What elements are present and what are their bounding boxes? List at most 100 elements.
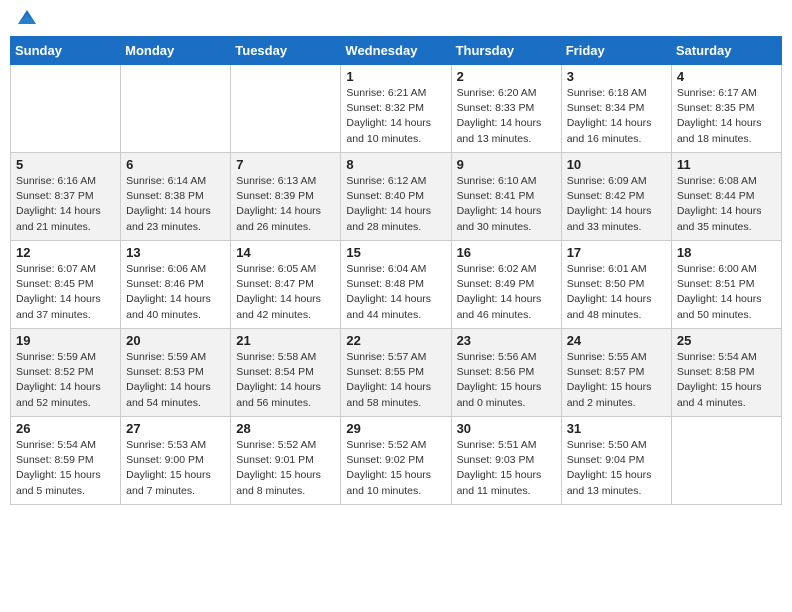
day-number: 7 bbox=[236, 157, 335, 172]
calendar-table: SundayMondayTuesdayWednesdayThursdayFrid… bbox=[10, 36, 782, 505]
day-number: 2 bbox=[457, 69, 556, 84]
calendar-cell bbox=[11, 65, 121, 153]
weekday-header-row: SundayMondayTuesdayWednesdayThursdayFrid… bbox=[11, 37, 782, 65]
day-number: 28 bbox=[236, 421, 335, 436]
calendar-week-row: 12 Sunrise: 6:07 AM Sunset: 8:45 PM Dayli… bbox=[11, 241, 782, 329]
day-info: Sunrise: 5:59 AM Sunset: 8:52 PM Dayligh… bbox=[16, 350, 115, 411]
calendar-cell: 26Sunrise: 5:54 AM Sunset: 8:59 PM Dayli… bbox=[11, 417, 121, 505]
weekday-header: Tuesday bbox=[231, 37, 341, 65]
calendar-cell: 8 Sunrise: 6:12 AM Sunset: 8:40 PM Daylig… bbox=[341, 153, 451, 241]
calendar-cell bbox=[671, 417, 781, 505]
day-info: Sunrise: 6:08 AM Sunset: 8:44 PM Dayligh… bbox=[677, 174, 776, 235]
day-info: Sunrise: 6:18 AM Sunset: 8:34 PM Dayligh… bbox=[567, 86, 666, 147]
day-info: Sunrise: 6:12 AM Sunset: 8:40 PM Dayligh… bbox=[346, 174, 445, 235]
day-number: 1 bbox=[346, 69, 445, 84]
calendar-cell bbox=[231, 65, 341, 153]
calendar-cell: 7Sunrise: 6:13 AM Sunset: 8:39 PM Daylig… bbox=[231, 153, 341, 241]
day-info: Sunrise: 6:14 AM Sunset: 8:38 PM Dayligh… bbox=[126, 174, 225, 235]
day-number: 8 bbox=[346, 157, 445, 172]
calendar-cell: 15 Sunrise: 6:04 AM Sunset: 8:48 PM Dayli… bbox=[341, 241, 451, 329]
calendar-cell: 6 Sunrise: 6:14 AM Sunset: 8:38 PM Daylig… bbox=[121, 153, 231, 241]
calendar-cell: 12 Sunrise: 6:07 AM Sunset: 8:45 PM Dayli… bbox=[11, 241, 121, 329]
day-number: 24 bbox=[567, 333, 666, 348]
day-info: Sunrise: 5:58 AM Sunset: 8:54 PM Dayligh… bbox=[236, 350, 335, 411]
day-number: 14 bbox=[236, 245, 335, 260]
calendar-cell: 13Sunrise: 6:06 AM Sunset: 8:46 PM Dayli… bbox=[121, 241, 231, 329]
day-number: 10 bbox=[567, 157, 666, 172]
day-number: 16 bbox=[457, 245, 556, 260]
day-number: 21 bbox=[236, 333, 335, 348]
calendar-cell: 1 Sunrise: 6:21 AM Sunset: 8:32 PM Daylig… bbox=[341, 65, 451, 153]
weekday-header: Thursday bbox=[451, 37, 561, 65]
day-number: 30 bbox=[457, 421, 556, 436]
logo bbox=[14, 10, 38, 28]
day-number: 19 bbox=[16, 333, 115, 348]
day-info: Sunrise: 6:05 AM Sunset: 8:47 PM Dayligh… bbox=[236, 262, 335, 323]
day-info: Sunrise: 5:51 AM Sunset: 9:03 PM Dayligh… bbox=[457, 438, 556, 499]
calendar-cell: 16 Sunrise: 6:02 AM Sunset: 8:49 PM Dayli… bbox=[451, 241, 561, 329]
day-info: Sunrise: 6:21 AM Sunset: 8:32 PM Dayligh… bbox=[346, 86, 445, 147]
calendar-cell: 9 Sunrise: 6:10 AM Sunset: 8:41 PM Daylig… bbox=[451, 153, 561, 241]
calendar-cell: 10Sunrise: 6:09 AM Sunset: 8:42 PM Dayli… bbox=[561, 153, 671, 241]
day-number: 9 bbox=[457, 157, 556, 172]
weekday-header: Saturday bbox=[671, 37, 781, 65]
page-header bbox=[10, 10, 782, 28]
calendar-cell: 24 Sunrise: 5:55 AM Sunset: 8:57 PM Dayli… bbox=[561, 329, 671, 417]
day-number: 20 bbox=[126, 333, 225, 348]
day-number: 11 bbox=[677, 157, 776, 172]
day-info: Sunrise: 6:07 AM Sunset: 8:45 PM Dayligh… bbox=[16, 262, 115, 323]
calendar-cell: 27 Sunrise: 5:53 AM Sunset: 9:00 PM Dayli… bbox=[121, 417, 231, 505]
day-info: Sunrise: 6:02 AM Sunset: 8:49 PM Dayligh… bbox=[457, 262, 556, 323]
day-number: 12 bbox=[16, 245, 115, 260]
day-info: Sunrise: 6:01 AM Sunset: 8:50 PM Dayligh… bbox=[567, 262, 666, 323]
day-info: Sunrise: 6:06 AM Sunset: 8:46 PM Dayligh… bbox=[126, 262, 225, 323]
day-info: Sunrise: 5:55 AM Sunset: 8:57 PM Dayligh… bbox=[567, 350, 666, 411]
calendar-week-row: 19 Sunrise: 5:59 AM Sunset: 8:52 PM Dayli… bbox=[11, 329, 782, 417]
calendar-cell: 29 Sunrise: 5:52 AM Sunset: 9:02 PM Dayli… bbox=[341, 417, 451, 505]
calendar-week-row: 1 Sunrise: 6:21 AM Sunset: 8:32 PM Daylig… bbox=[11, 65, 782, 153]
day-info: Sunrise: 5:53 AM Sunset: 9:00 PM Dayligh… bbox=[126, 438, 225, 499]
logo-text bbox=[14, 10, 38, 28]
day-number: 23 bbox=[457, 333, 556, 348]
calendar-cell: 11 Sunrise: 6:08 AM Sunset: 8:44 PM Dayli… bbox=[671, 153, 781, 241]
calendar-cell: 17 Sunrise: 6:01 AM Sunset: 8:50 PM Dayli… bbox=[561, 241, 671, 329]
calendar-cell: 3Sunrise: 6:18 AM Sunset: 8:34 PM Daylig… bbox=[561, 65, 671, 153]
calendar-cell: 22 Sunrise: 5:57 AM Sunset: 8:55 PM Dayli… bbox=[341, 329, 451, 417]
day-info: Sunrise: 5:54 AM Sunset: 8:59 PM Dayligh… bbox=[16, 438, 115, 499]
calendar-cell: 14 Sunrise: 6:05 AM Sunset: 8:47 PM Dayli… bbox=[231, 241, 341, 329]
day-number: 22 bbox=[346, 333, 445, 348]
logo-icon bbox=[16, 6, 38, 28]
calendar-cell: 4Sunrise: 6:17 AM Sunset: 8:35 PM Daylig… bbox=[671, 65, 781, 153]
day-info: Sunrise: 5:54 AM Sunset: 8:58 PM Dayligh… bbox=[677, 350, 776, 411]
day-info: Sunrise: 6:00 AM Sunset: 8:51 PM Dayligh… bbox=[677, 262, 776, 323]
calendar-week-row: 26Sunrise: 5:54 AM Sunset: 8:59 PM Dayli… bbox=[11, 417, 782, 505]
day-info: Sunrise: 6:04 AM Sunset: 8:48 PM Dayligh… bbox=[346, 262, 445, 323]
day-number: 15 bbox=[346, 245, 445, 260]
day-number: 6 bbox=[126, 157, 225, 172]
day-info: Sunrise: 5:57 AM Sunset: 8:55 PM Dayligh… bbox=[346, 350, 445, 411]
day-number: 31 bbox=[567, 421, 666, 436]
day-number: 25 bbox=[677, 333, 776, 348]
calendar-cell: 21 Sunrise: 5:58 AM Sunset: 8:54 PM Dayli… bbox=[231, 329, 341, 417]
day-info: Sunrise: 5:52 AM Sunset: 9:02 PM Dayligh… bbox=[346, 438, 445, 499]
day-number: 27 bbox=[126, 421, 225, 436]
weekday-header: Sunday bbox=[11, 37, 121, 65]
day-info: Sunrise: 5:52 AM Sunset: 9:01 PM Dayligh… bbox=[236, 438, 335, 499]
day-number: 29 bbox=[346, 421, 445, 436]
day-number: 5 bbox=[16, 157, 115, 172]
day-info: Sunrise: 5:50 AM Sunset: 9:04 PM Dayligh… bbox=[567, 438, 666, 499]
day-number: 18 bbox=[677, 245, 776, 260]
calendar-cell: 31 Sunrise: 5:50 AM Sunset: 9:04 PM Dayli… bbox=[561, 417, 671, 505]
calendar-cell: 18 Sunrise: 6:00 AM Sunset: 8:51 PM Dayli… bbox=[671, 241, 781, 329]
calendar-cell: 23 Sunrise: 5:56 AM Sunset: 8:56 PM Dayli… bbox=[451, 329, 561, 417]
day-info: Sunrise: 5:56 AM Sunset: 8:56 PM Dayligh… bbox=[457, 350, 556, 411]
weekday-header: Monday bbox=[121, 37, 231, 65]
day-number: 17 bbox=[567, 245, 666, 260]
calendar-cell: 28 Sunrise: 5:52 AM Sunset: 9:01 PM Dayli… bbox=[231, 417, 341, 505]
day-info: Sunrise: 6:10 AM Sunset: 8:41 PM Dayligh… bbox=[457, 174, 556, 235]
calendar-week-row: 5 Sunrise: 6:16 AM Sunset: 8:37 PM Daylig… bbox=[11, 153, 782, 241]
calendar-cell: 19 Sunrise: 5:59 AM Sunset: 8:52 PM Dayli… bbox=[11, 329, 121, 417]
calendar-cell: 5 Sunrise: 6:16 AM Sunset: 8:37 PM Daylig… bbox=[11, 153, 121, 241]
day-info: Sunrise: 6:16 AM Sunset: 8:37 PM Dayligh… bbox=[16, 174, 115, 235]
day-info: Sunrise: 6:20 AM Sunset: 8:33 PM Dayligh… bbox=[457, 86, 556, 147]
